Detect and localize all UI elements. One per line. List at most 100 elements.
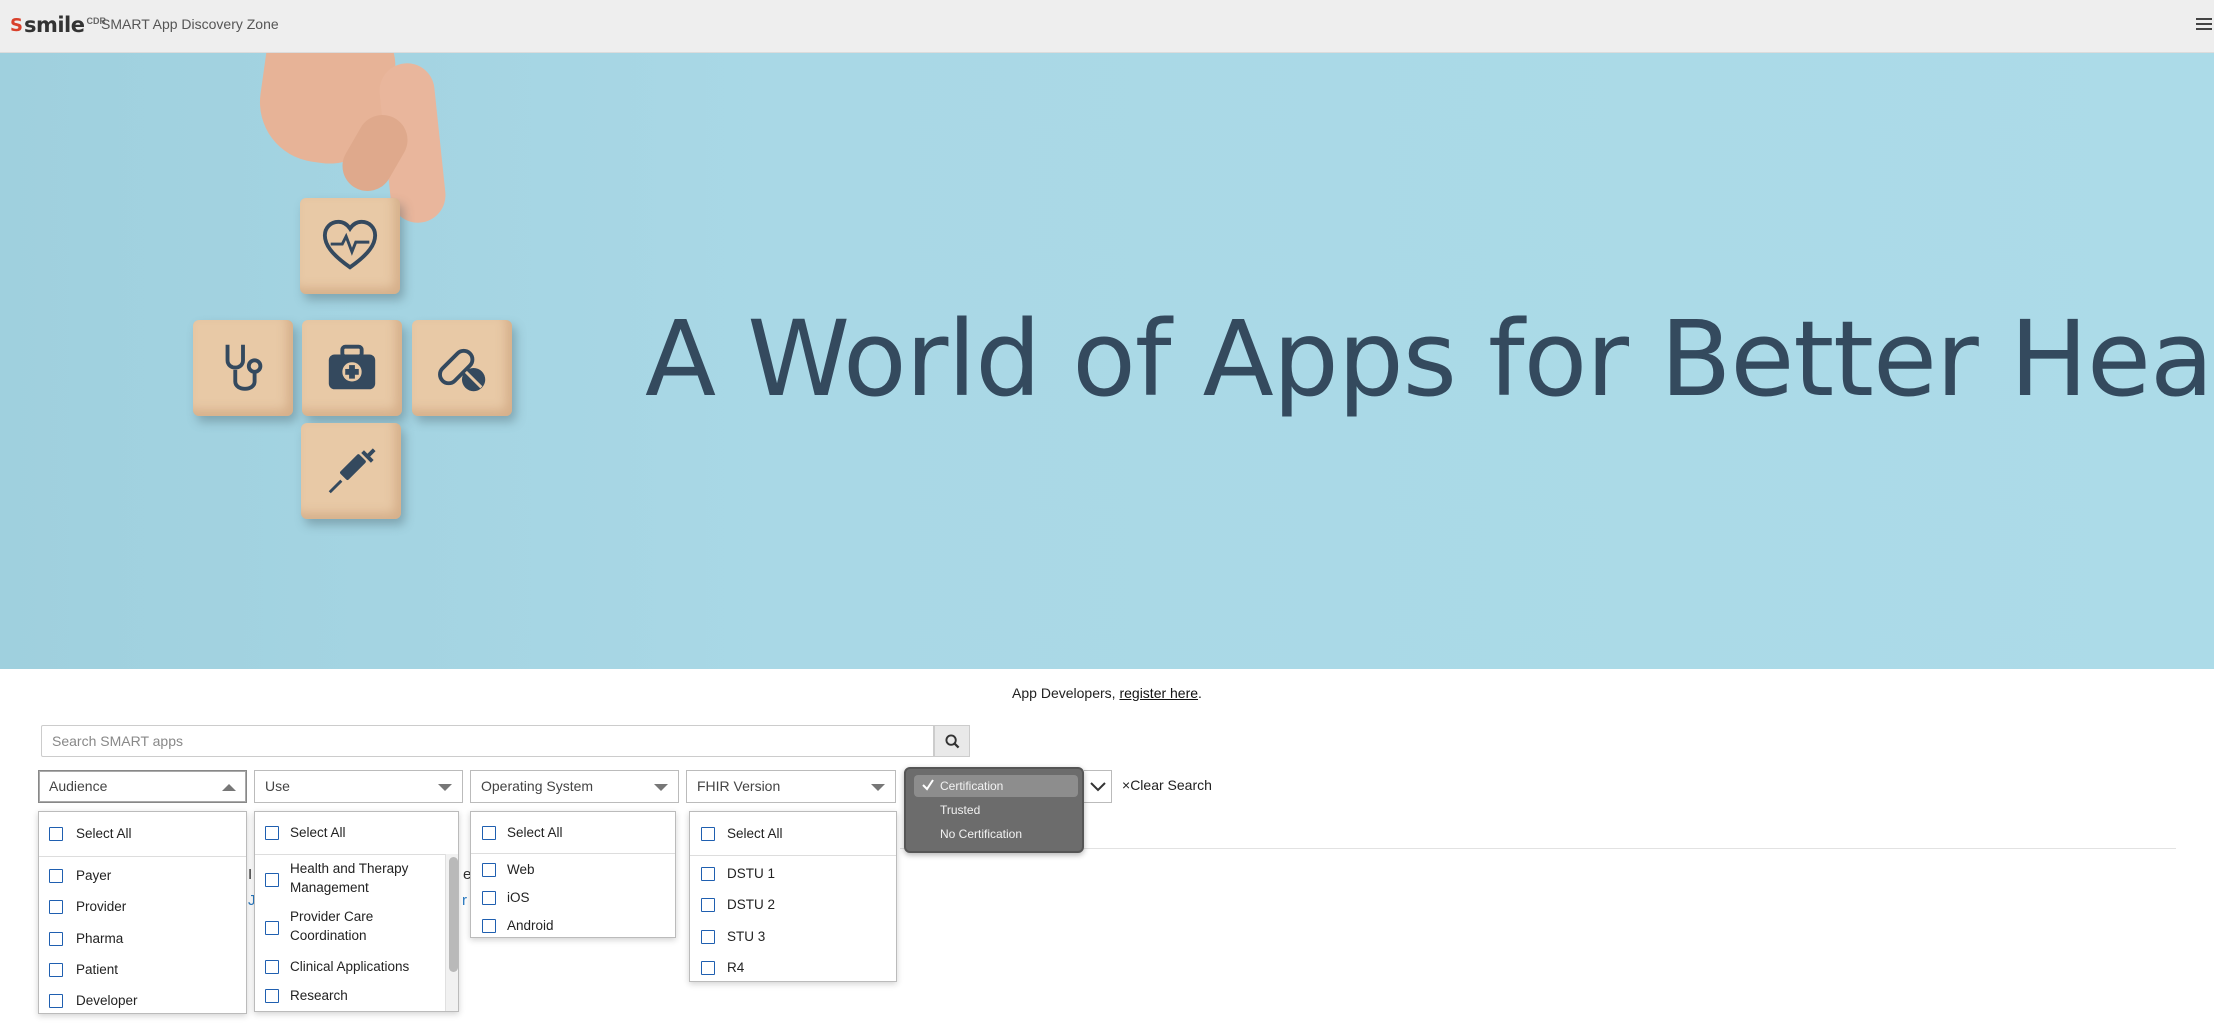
partial-link: r <box>462 892 467 909</box>
clear-search-label: Clear Search <box>1130 777 1212 793</box>
audience-option-provider[interactable]: Provider <box>39 892 246 922</box>
checkmark-icon <box>922 779 934 791</box>
fhir-option-r4[interactable]: R4 <box>690 953 896 981</box>
option-label: No Certification <box>940 827 1023 841</box>
option-label: Developer <box>76 993 138 1008</box>
use-select[interactable]: Use <box>254 770 463 803</box>
certification-option-no-certification[interactable]: No Certification <box>914 823 1078 845</box>
checkbox[interactable] <box>701 930 715 944</box>
smile-cdr-logo[interactable]: S smile CDR <box>10 13 106 37</box>
option-label: Provider Care <box>290 909 374 924</box>
checkbox[interactable] <box>482 863 496 877</box>
checkbox[interactable] <box>49 932 63 946</box>
checkbox[interactable] <box>482 919 496 933</box>
checkbox[interactable] <box>49 900 63 914</box>
checkbox[interactable] <box>482 891 496 905</box>
checkbox[interactable] <box>265 873 279 887</box>
register-prefix: App Developers, <box>1012 685 1120 701</box>
fhir-option-dstu1[interactable]: DSTU 1 <box>690 859 896 889</box>
checkbox[interactable] <box>49 963 63 977</box>
audience-option-patient[interactable]: Patient <box>39 955 246 985</box>
fhir-option-stu3[interactable]: STU 3 <box>690 922 896 952</box>
logo-mark: S <box>10 14 23 36</box>
use-option-health-therapy-management[interactable]: Health and Therapy Management <box>255 857 445 901</box>
option-label: Select All <box>290 825 346 840</box>
option-label: Coordination <box>290 928 367 943</box>
option-label: Provider <box>76 899 127 914</box>
option-label: Health and Therapy <box>290 861 409 876</box>
checkbox[interactable] <box>49 827 63 841</box>
separator <box>471 853 675 854</box>
option-label: Patient <box>76 962 119 977</box>
use-option-research[interactable]: Research <box>255 982 445 1010</box>
checkbox[interactable] <box>701 827 715 841</box>
operating-system-select[interactable]: Operating System <box>470 770 679 803</box>
use-dropdown-scrollbar[interactable] <box>445 854 458 1011</box>
checkbox[interactable] <box>701 898 715 912</box>
checkbox[interactable] <box>482 826 496 840</box>
checkbox[interactable] <box>265 826 279 840</box>
divider <box>900 848 2176 849</box>
option-label: Select All <box>507 825 563 840</box>
use-option-provider-care-coordination[interactable]: Provider Care Coordination <box>255 905 445 949</box>
first-aid-block <box>302 320 402 416</box>
use-option-select-all[interactable]: Select All <box>255 812 445 848</box>
certification-option-trusted[interactable]: Trusted <box>914 799 1078 821</box>
option-label: DSTU 2 <box>727 897 776 912</box>
search-button[interactable] <box>934 725 970 757</box>
search-input[interactable] <box>41 725 934 757</box>
fhir-select-label: FHIR Version <box>697 778 781 794</box>
certification-select-toggle[interactable] <box>1084 770 1112 803</box>
scrollbar-thumb[interactable] <box>449 857 458 972</box>
fhir-option-dstu2[interactable]: DSTU 2 <box>690 890 896 920</box>
hamburger-menu-icon[interactable] <box>2196 15 2214 33</box>
option-label: Android <box>507 918 554 933</box>
app-title: SMART App Discovery Zone <box>101 16 279 32</box>
checkbox[interactable] <box>265 960 279 974</box>
option-label: Trusted <box>940 803 981 817</box>
separator <box>255 854 445 855</box>
pill-block <box>412 320 512 416</box>
clear-search-button[interactable]: ×Clear Search <box>1122 777 1212 793</box>
audience-option-developer[interactable]: Developer <box>39 986 246 1013</box>
certification-option-certification[interactable]: Certification <box>914 775 1078 797</box>
fhir-version-select[interactable]: FHIR Version <box>686 770 896 803</box>
option-label: Management <box>290 880 369 895</box>
chevron-down-icon <box>1090 782 1106 792</box>
os-option-android[interactable]: Android <box>471 912 675 937</box>
use-option-clinical-applications[interactable]: Clinical Applications <box>255 953 445 981</box>
checkbox[interactable] <box>701 961 715 975</box>
hero-banner: A World of Apps for Better Health <box>0 53 2214 669</box>
fhir-option-select-all[interactable]: Select All <box>690 812 896 848</box>
checkbox[interactable] <box>49 994 63 1008</box>
checkbox[interactable] <box>701 867 715 881</box>
audience-option-select-all[interactable]: Select All <box>39 812 246 848</box>
logo-word: smile <box>23 13 85 37</box>
use-dropdown: Select All Health and Therapy Management… <box>254 811 459 1012</box>
audience-select[interactable]: Audience <box>38 770 247 803</box>
checkbox[interactable] <box>49 869 63 883</box>
stethoscope-block <box>193 320 293 416</box>
separator <box>690 855 896 856</box>
audience-option-payer[interactable]: Payer <box>39 861 246 891</box>
partial-text: I <box>248 866 253 883</box>
os-option-select-all[interactable]: Select All <box>471 812 675 848</box>
os-select-label: Operating System <box>481 778 594 794</box>
checkbox[interactable] <box>265 921 279 935</box>
register-line: App Developers, register here. <box>0 685 2214 701</box>
option-label: Pharma <box>76 931 124 946</box>
chevron-down-icon <box>871 784 885 791</box>
os-option-ios[interactable]: iOS <box>471 884 675 912</box>
checkbox[interactable] <box>265 989 279 1003</box>
os-option-web[interactable]: Web <box>471 856 675 884</box>
chevron-down-icon <box>654 784 668 791</box>
option-label: Select All <box>76 826 132 841</box>
option-label: Payer <box>76 868 112 883</box>
register-link[interactable]: register here <box>1119 685 1198 701</box>
audience-option-pharma[interactable]: Pharma <box>39 924 246 954</box>
top-bar: S smile CDR SMART App Discovery Zone <box>0 0 2214 53</box>
chevron-up-icon <box>222 784 236 791</box>
certification-menu: Certification Trusted No Certification <box>904 767 1084 853</box>
syringe-block <box>301 423 401 519</box>
hero-title: A World of Apps for Better Health <box>645 298 2214 420</box>
